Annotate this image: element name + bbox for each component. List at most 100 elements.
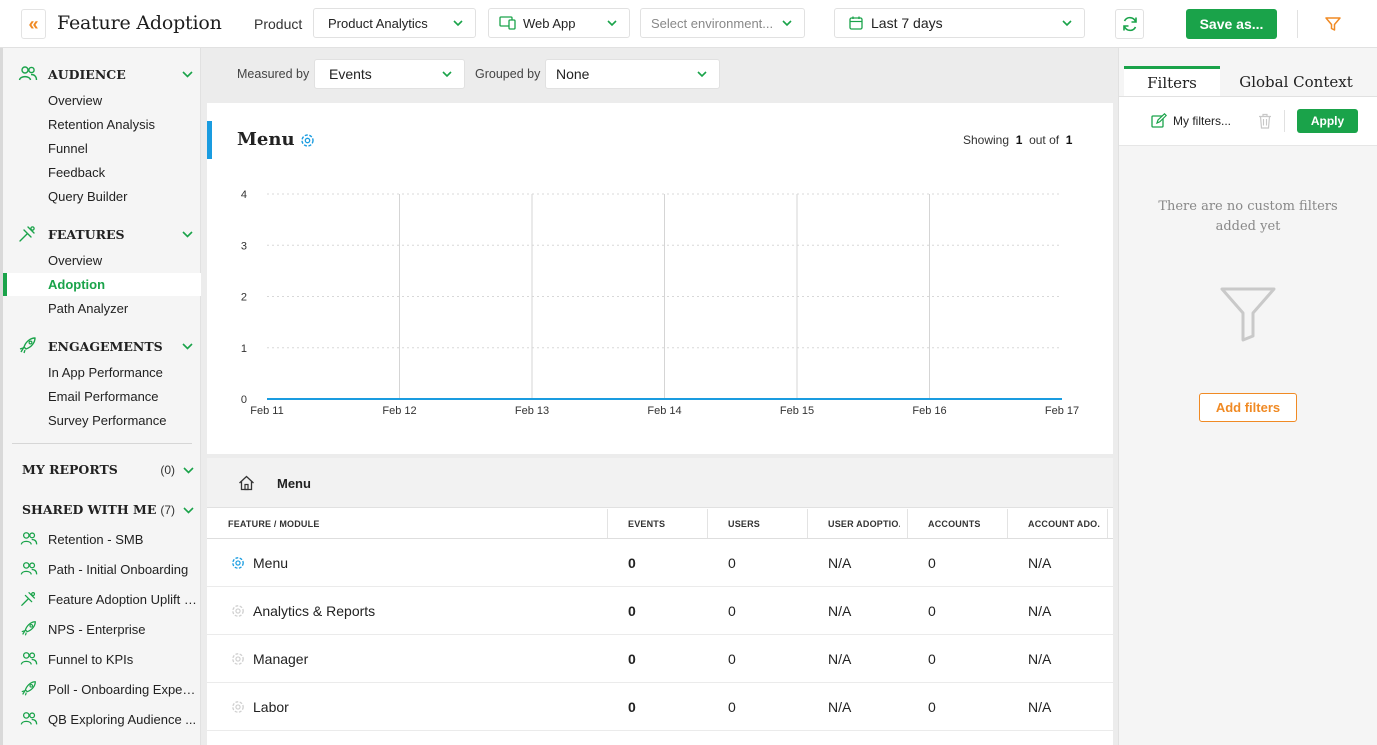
table-breadcrumb-bar [207, 458, 1113, 508]
showing-mid: out of [1029, 133, 1060, 147]
section-features-title: FEATURES [48, 226, 125, 242]
shared-report-item[interactable]: Feature Adoption Uplift -... [20, 590, 198, 608]
col-divider[interactable] [707, 509, 708, 538]
empty-funnel-icon [1220, 287, 1276, 342]
measured-by-dropdown[interactable]: Events [314, 59, 465, 89]
grouped-by-dropdown[interactable]: None [545, 59, 720, 89]
feature-cog-icon[interactable] [299, 132, 316, 149]
my-filters-label: My filters... [1173, 114, 1232, 128]
events-cell: 0 [628, 555, 636, 571]
trash-icon[interactable] [1258, 113, 1272, 129]
sidebar-item-survey-performance[interactable]: Survey Performance [48, 413, 167, 428]
refresh-button[interactable] [1115, 9, 1144, 39]
showing-total: 1 [1065, 133, 1073, 147]
feature-cog-icon [232, 653, 244, 665]
apply-button[interactable]: Apply [1297, 109, 1358, 133]
col-divider[interactable] [607, 509, 608, 538]
toolbar-divider [1297, 10, 1298, 38]
sidebar-item-feedback[interactable]: Feedback [48, 165, 105, 180]
section-my-reports[interactable]: MY REPORTS (0) [22, 462, 194, 477]
product-label: Product [254, 16, 303, 32]
shared-report-label: QB Exploring Audience ... [48, 711, 197, 727]
grouped-by-label: Grouped by [475, 67, 541, 81]
shared-report-item[interactable]: QB Exploring Audience ... [20, 710, 198, 728]
sidebar-item-email-performance[interactable]: Email Performance [48, 389, 159, 404]
measured-by-label: Measured by [237, 67, 310, 81]
table-row[interactable] [207, 635, 1113, 683]
tab-global-context[interactable]: Global Context [1220, 66, 1372, 97]
feature-name-cell[interactable]: Menu [230, 555, 288, 571]
shared-report-item[interactable]: Poll - Onboarding Experi... [20, 680, 198, 698]
col-header-account-adoption[interactable]: ACCOUNT ADO... [1028, 508, 1100, 539]
environment-dropdown[interactable]: Select environment... [640, 8, 805, 38]
save-as-button[interactable]: Save as... [1186, 9, 1277, 39]
section-features[interactable]: FEATURES [18, 225, 193, 243]
chevron-down-icon [607, 20, 617, 27]
table-row[interactable] [207, 539, 1113, 587]
accounts-cell: 0 [928, 699, 936, 715]
funnel-icon [1324, 17, 1341, 31]
shared-report-label: Retention - SMB [48, 531, 144, 547]
product-dropdown[interactable]: Product Analytics [313, 8, 476, 38]
shared-report-item[interactable]: Funnel to KPIs [20, 650, 198, 668]
x-tick-label: Feb 13 [515, 405, 549, 417]
section-engagements[interactable]: ENGAGEMENTS [18, 337, 193, 355]
section-shared-with-me[interactable]: SHARED WITH ME (7) [22, 502, 194, 517]
shared-report-item[interactable]: Retention - SMB [20, 530, 198, 548]
feature-name-cell[interactable]: Labor [230, 699, 289, 715]
accounts-cell: 0 [928, 603, 936, 619]
col-divider[interactable] [1107, 509, 1108, 538]
y-tick-label: 3 [241, 240, 247, 252]
sidebar-item-audience-overview[interactable]: Overview [48, 93, 102, 108]
chevron-down-icon [442, 71, 452, 78]
showing-count: Showing 1 out of 1 [963, 133, 1072, 147]
add-filters-button[interactable]: Add filters [1199, 393, 1297, 422]
sidebar-item-features-overview[interactable]: Overview [48, 253, 102, 268]
col-divider[interactable] [1007, 509, 1008, 538]
feature-cog-icon [232, 557, 244, 569]
col-header-events[interactable]: EVENTS [628, 508, 700, 539]
feature-cog-icon [232, 701, 244, 713]
collapse-sidebar-button[interactable]: « [21, 9, 46, 39]
shared-report-item[interactable]: Path - Initial Onboarding [20, 560, 198, 578]
shared-report-label: Feature Adoption Uplift -... [48, 591, 198, 607]
accounts-cell: 0 [928, 651, 936, 667]
chevron-down-icon [697, 71, 707, 78]
feature-name-cell[interactable]: Analytics & Reports [230, 603, 375, 619]
col-header-feature[interactable]: FEATURE / MODULE [228, 508, 598, 539]
date-range-value: Last 7 days [871, 15, 943, 31]
table-row[interactable] [207, 683, 1113, 731]
shared-with-me-title: SHARED WITH ME [22, 502, 157, 517]
my-filters-button[interactable]: My filters... [1151, 113, 1231, 129]
col-header-accounts[interactable]: ACCOUNTS [928, 508, 1000, 539]
feature-name-cell[interactable]: Manager [230, 651, 308, 667]
chevron-down-icon [183, 466, 194, 474]
tab-filters[interactable]: Filters [1124, 66, 1220, 97]
home-icon[interactable] [238, 475, 255, 491]
grouped-by-value: None [556, 66, 590, 82]
col-divider[interactable] [807, 509, 808, 538]
x-tick-label: Feb 12 [382, 405, 416, 417]
shared-report-item[interactable]: NPS - Enterprise [20, 620, 198, 638]
sidebar-item-retention-analysis[interactable]: Retention Analysis [48, 117, 155, 132]
engagements-icon [19, 337, 36, 354]
shared-report-label: Path - Initial Onboarding [48, 561, 189, 577]
active-nav-indicator [3, 273, 7, 296]
audience-icon [20, 712, 38, 725]
col-divider[interactable] [907, 509, 908, 538]
app-dropdown[interactable]: Web App [488, 8, 630, 38]
sidebar-item-query-builder[interactable]: Query Builder [48, 189, 127, 204]
audience-icon [20, 652, 38, 665]
sidebar-item-in-app-performance[interactable]: In App Performance [48, 365, 163, 380]
chevron-down-icon [183, 506, 194, 514]
sidebar-item-funnel[interactable]: Funnel [48, 141, 88, 156]
section-audience[interactable]: AUDIENCE [18, 65, 193, 83]
feature-name: Analytics & Reports [253, 603, 376, 619]
date-range-dropdown[interactable]: Last 7 days [834, 8, 1085, 38]
sidebar-item-path-analyzer[interactable]: Path Analyzer [48, 301, 128, 316]
adoption-line-chart: 0 1 2 3 4 Feb 11 Feb 12 Feb 13 Feb 14 Feb 15 Feb 1… [241, 189, 1079, 417]
col-header-users[interactable]: USERS [728, 508, 800, 539]
col-header-user-adoption[interactable]: USER ADOPTIO... [828, 508, 900, 539]
filter-toggle-button[interactable] [1318, 9, 1347, 39]
sidebar-item-adoption[interactable]: Adoption [48, 277, 105, 292]
